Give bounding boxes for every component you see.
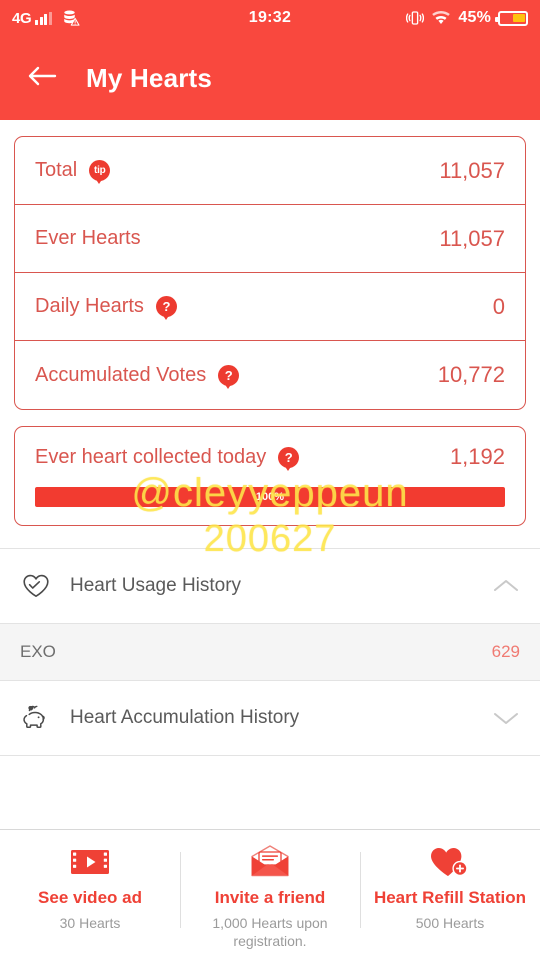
status-bar-right: 45% [406,9,528,27]
back-button[interactable] [22,58,62,98]
envelope-invite-icon [248,842,292,882]
chevron-up-icon[interactable] [492,572,520,600]
progress-percent-label: 100% [255,491,285,503]
row-label: Ever heart collected today [35,445,267,468]
action-sublabel: 500 Hearts [415,915,485,931]
row-value: 11,057 [439,225,505,251]
row-value: 1,192 [449,444,505,469]
network-type-label: 4G [12,9,32,27]
item-value: 629 [491,642,520,661]
battery-percent-label: 45% [458,9,491,26]
action-label: Heart Refill Station [373,888,527,907]
section-title: Heart Usage History [70,575,242,596]
app-header: My Hearts [0,36,540,120]
invite-a-friend-button[interactable]: Invite a friend 1,000 Hearts upon regist… [180,830,360,950]
piggy-bank-heart-icon [20,702,52,734]
signal-bars-icon [35,11,52,25]
help-badge-icon[interactable]: ? [155,296,177,320]
row-label: Total [35,159,78,181]
tip-badge-icon[interactable]: tip [89,160,111,184]
wifi-icon [431,10,451,26]
bottom-action-bar: See video ad 30 Hearts Invite a friend 1… [0,829,540,960]
battery-icon [495,10,528,26]
action-sublabel: 30 Hearts [59,915,121,931]
summary-row-daily-hearts: Daily Hearts ? 0 [15,273,525,341]
hearts-summary-card: Total tip 11,057 Ever Hearts 11,057 Dail… [14,136,526,410]
collected-today-row: Ever heart collected today ? 1,192 [15,427,525,487]
collected-progress-bar: 100% [35,487,505,507]
heart-refill-station-button[interactable]: Heart Refill Station 500 Hearts [360,830,540,932]
chevron-down-icon[interactable] [492,704,520,732]
see-video-ad-button[interactable]: See video ad 30 Hearts [0,830,180,932]
vibrate-icon [406,10,425,26]
action-label: See video ad [38,888,142,907]
help-badge-icon[interactable]: ? [278,446,300,471]
action-label: Invite a friend [214,888,326,907]
item-name: EXO [20,642,56,661]
status-bar-left: 4G [12,9,80,27]
heart-accumulation-history-header[interactable]: Heart Accumulation History [0,681,540,755]
heart-plus-icon [428,842,472,882]
row-label: Ever Hearts [35,227,141,249]
mobile-data-off-icon [62,9,80,27]
row-value: 11,057 [439,157,505,183]
summary-row-total: Total tip 11,057 [15,137,525,205]
back-arrow-icon [27,64,57,93]
help-badge-icon[interactable]: ? [218,364,240,389]
heart-check-icon [20,570,52,602]
summary-row-accumulated-votes: Accumulated Votes ? 10,772 [15,341,525,409]
status-bar: 4G 19:32 45% [0,0,540,36]
action-sublabel: 1,000 Hearts upon registration. [212,915,328,950]
heart-usage-history-header[interactable]: Heart Usage History [0,549,540,623]
section-divider [0,755,540,756]
row-label: Accumulated Votes [35,363,207,386]
page-title: My Hearts [86,62,213,93]
collected-today-card: Ever heart collected today ? 1,192 100% [14,426,526,526]
row-value: 10,772 [437,362,505,387]
video-ad-icon [69,842,111,882]
summary-row-ever-hearts: Ever Hearts 11,057 [15,205,525,273]
usage-history-item[interactable]: EXO 629 [0,623,540,681]
row-value: 0 [492,293,505,319]
row-label: Daily Hearts [35,295,144,317]
section-title: Heart Accumulation History [70,707,300,728]
